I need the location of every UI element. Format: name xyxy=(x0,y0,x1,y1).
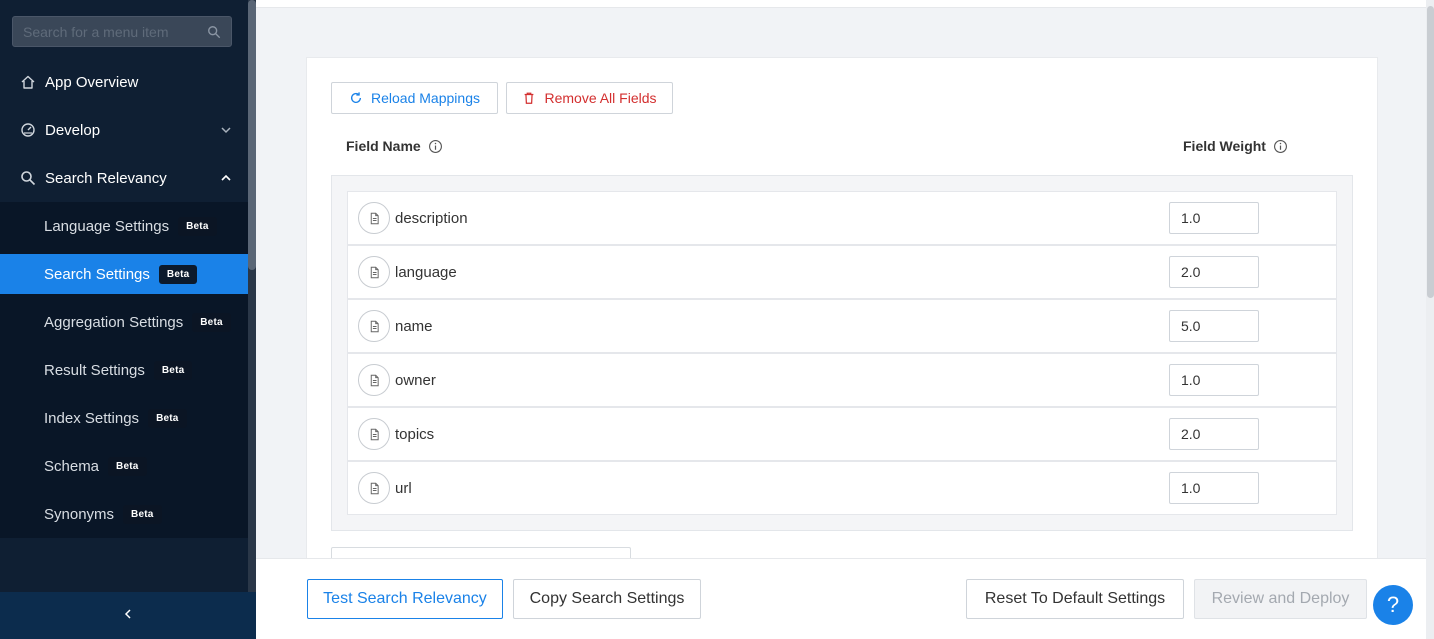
help-icon: ? xyxy=(1386,592,1400,617)
sidebar-item-label: Schema xyxy=(44,457,100,475)
sidebar-item-index-settings[interactable]: Index Settings Beta xyxy=(0,398,248,438)
sidebar-item-app-overview[interactable]: App Overview xyxy=(0,58,248,106)
document-icon xyxy=(358,256,390,288)
reload-mappings-button[interactable]: Reload Mappings xyxy=(331,82,498,114)
home-icon xyxy=(20,74,36,90)
sidebar-item-develop[interactable]: Develop xyxy=(0,106,248,154)
table-row: language xyxy=(347,245,1337,299)
chevron-down-icon xyxy=(220,124,232,136)
copy-search-settings-button[interactable]: Copy Search Settings xyxy=(513,579,701,619)
remove-all-fields-button[interactable]: Remove All Fields xyxy=(506,82,673,114)
table-row: description xyxy=(347,191,1337,245)
sidebar-item-label: Index Settings xyxy=(44,409,140,427)
trash-icon xyxy=(522,91,536,105)
test-search-relevancy-button[interactable]: Test Search Relevancy xyxy=(307,579,503,619)
top-bar xyxy=(256,0,1426,8)
field-name: owner xyxy=(395,371,436,389)
field-name: name xyxy=(395,317,433,335)
sidebar-item-aggregation-settings[interactable]: Aggregation Settings Beta xyxy=(0,302,248,342)
beta-badge: Beta xyxy=(148,408,187,428)
search-icon[interactable] xyxy=(207,25,221,39)
search-icon xyxy=(20,170,36,186)
table-row: topics xyxy=(347,407,1337,461)
chevron-left-icon xyxy=(122,607,134,625)
field-weight-input[interactable] xyxy=(1169,310,1259,342)
table-row: url xyxy=(347,461,1337,515)
sidebar-item-label: Language Settings xyxy=(44,217,170,235)
beta-badge: Beta xyxy=(108,456,147,476)
gauge-icon xyxy=(20,122,36,138)
beta-badge: Beta xyxy=(158,264,198,284)
sidebar-item-label: Synonyms xyxy=(44,505,115,523)
info-icon[interactable] xyxy=(428,139,443,154)
field-weight-input[interactable] xyxy=(1169,256,1259,288)
beta-badge: Beta xyxy=(178,216,217,236)
sidebar-item-label: Search Relevancy xyxy=(45,169,167,187)
sidebar-item-label: Develop xyxy=(45,121,101,139)
sidebar-item-result-settings[interactable]: Result Settings Beta xyxy=(0,350,248,390)
beta-badge: Beta xyxy=(123,504,162,524)
field-name-header: Field Name xyxy=(346,138,443,154)
beta-badge: Beta xyxy=(153,360,193,380)
field-weight-input[interactable] xyxy=(1169,418,1259,450)
main-scrollbar-thumb[interactable] xyxy=(1427,6,1434,298)
document-icon xyxy=(358,202,390,234)
field-name: url xyxy=(395,479,412,497)
field-name: language xyxy=(395,263,457,281)
reload-icon xyxy=(349,91,363,105)
field-weight-header-label: Field Weight xyxy=(1183,138,1266,154)
field-weight-input[interactable] xyxy=(1169,364,1259,396)
sidebar-collapse-button[interactable] xyxy=(0,592,256,639)
sidebar-item-label: App Overview xyxy=(45,73,139,91)
document-icon xyxy=(358,472,390,504)
document-icon xyxy=(358,418,390,450)
sidebar-item-label: Search Settings xyxy=(44,265,150,283)
sidebar-item-search-relevancy[interactable]: Search Relevancy xyxy=(0,154,248,202)
help-button[interactable]: ? xyxy=(1373,585,1413,625)
sidebar-scrollbar-thumb[interactable] xyxy=(248,0,256,270)
reload-mappings-label: Reload Mappings xyxy=(371,90,480,106)
document-icon xyxy=(358,364,390,396)
table-row: owner xyxy=(347,353,1337,407)
search-relevancy-submenu: Language Settings Beta Search Settings B… xyxy=(0,202,248,538)
remove-all-fields-label: Remove All Fields xyxy=(544,90,657,106)
field-weight-input[interactable] xyxy=(1169,202,1259,234)
field-weight-input[interactable] xyxy=(1169,472,1259,504)
sidebar-scrollbar[interactable] xyxy=(248,0,256,592)
info-icon[interactable] xyxy=(1273,139,1288,154)
beta-badge: Beta xyxy=(192,312,231,332)
menu-search-input[interactable] xyxy=(23,23,207,40)
sidebar-item-label: Result Settings xyxy=(44,361,145,379)
sidebar: App Overview Develop Search Relevancy La… xyxy=(0,0,256,639)
field-name: description xyxy=(395,209,468,227)
sidebar-item-search-settings[interactable]: Search Settings Beta xyxy=(0,254,248,294)
field-name-header-label: Field Name xyxy=(346,138,421,154)
sidebar-item-label: Aggregation Settings xyxy=(44,313,184,331)
sidebar-item-synonyms[interactable]: Synonyms Beta xyxy=(0,494,248,534)
field-weight-header: Field Weight xyxy=(1183,138,1288,154)
main-scrollbar[interactable] xyxy=(1426,0,1434,639)
menu-search-box xyxy=(12,16,232,47)
sidebar-item-schema[interactable]: Schema Beta xyxy=(0,446,248,486)
chevron-up-icon xyxy=(220,172,232,184)
field-name: topics xyxy=(395,425,435,443)
table-row: name xyxy=(347,299,1337,353)
sidebar-item-language-settings[interactable]: Language Settings Beta xyxy=(0,206,248,246)
review-and-deploy-button[interactable]: Review and Deploy xyxy=(1194,579,1367,619)
document-icon xyxy=(358,310,390,342)
reset-default-settings-button[interactable]: Reset To Default Settings xyxy=(966,579,1184,619)
